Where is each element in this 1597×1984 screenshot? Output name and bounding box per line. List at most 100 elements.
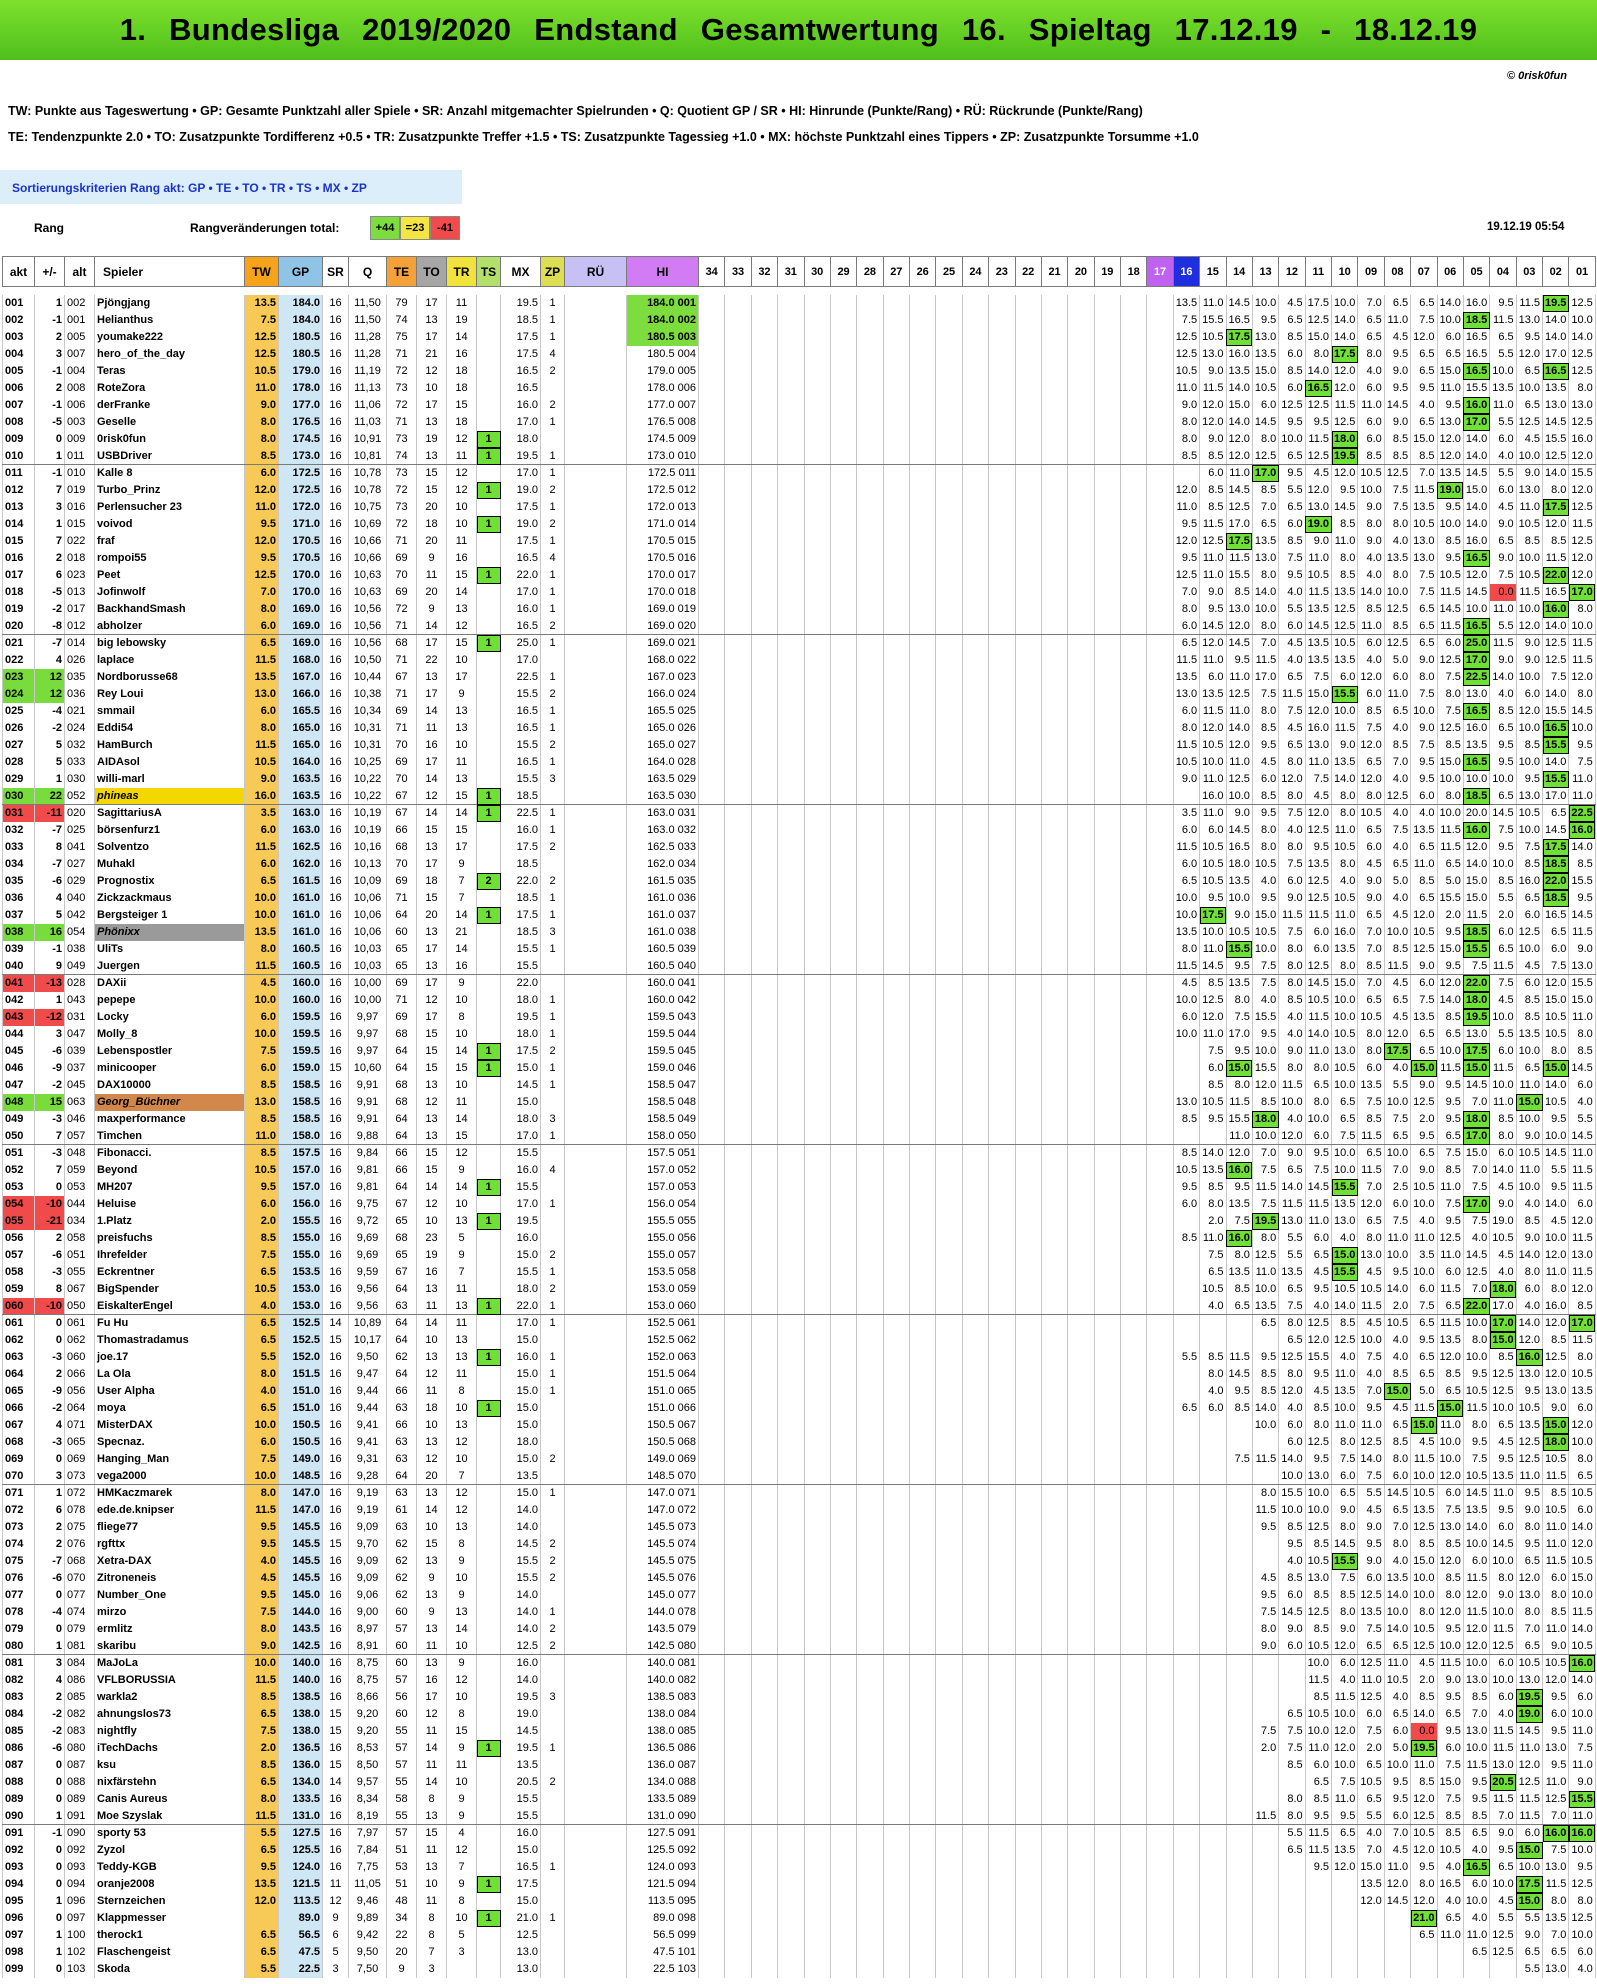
round-cell [750,991,779,1009]
round-cell: 11.5 [1568,515,1596,533]
round-cell [935,702,963,720]
round-cell [988,1637,1016,1655]
table-row: 073 2 075 fliege77 9.5 145.5 16 9,09 63 10 13 14.0 1… [2,1518,1596,1536]
round-cell: 4.5 [1251,753,1280,771]
round-cell [777,1467,805,1485]
ru-value [564,515,627,533]
round-cell [1014,1212,1042,1230]
round-cell [882,1399,911,1417]
round-cell: 12.0 [1225,447,1253,465]
q-value: 8,34 [348,1790,387,1808]
round-cell [829,1178,858,1196]
round-cell: 6.0 [1172,855,1201,873]
zp-value [540,1467,565,1485]
gp-value: 165.5 [278,702,323,720]
round-cell [1199,1892,1227,1910]
sr-value: 16 [322,770,349,788]
round-cell: 8.5 [1568,1297,1596,1315]
round-cell [882,1433,911,1451]
rank-change: 0 [34,1841,65,1859]
round-cell: 10.0 [1251,1127,1280,1145]
round-cell [935,1212,963,1230]
round-cell [1146,1008,1174,1026]
ts-value [476,1671,501,1689]
round-cell: 11.5 [1304,1841,1333,1859]
round-cell [1014,1229,1042,1247]
round-cell: 8.0 [1330,804,1359,822]
round-cell [1040,1382,1069,1400]
round-cell [1093,1926,1122,1944]
round-cell [1304,1892,1333,1910]
round-cell [724,1807,752,1825]
ts-value [476,1450,501,1468]
round-cell [882,736,911,754]
round-cell [750,1450,779,1468]
round-cell [1225,1518,1253,1536]
rank-akt: 038 [2,923,35,941]
round-cell [1014,1127,1042,1145]
round-cell [1014,1756,1042,1774]
sr-value: 16 [322,1637,349,1655]
round-cell [961,1552,990,1570]
tr-value: 15 [446,634,477,652]
round-cell [724,974,752,992]
tr-value: 10 [446,1909,477,1927]
player-name: laplace [94,651,245,669]
round-cell: 14.0 [1251,583,1280,601]
q-value: 9,72 [348,1212,387,1230]
round-cell [1225,1433,1253,1451]
tr-value: 17 [446,838,477,856]
round-cell: 10.0 [1383,1603,1412,1621]
round-cell [908,1008,937,1026]
round-cell [803,906,831,924]
rank-alt: 026 [64,651,95,669]
to-value: 13 [416,923,447,941]
round-cell [988,328,1016,346]
round-cell: 8.0 [1489,1127,1517,1145]
hi-value: 161.0 038 [626,923,699,941]
zp-value: 1 [540,311,565,329]
round-cell [856,1773,884,1791]
zp-value: 2 [540,1773,565,1791]
round-cell: 16.0 [1515,872,1544,890]
round-cell [882,702,911,720]
round-cell: 4.5 [1515,957,1544,975]
to-value: 12 [416,1093,447,1111]
round-cell [856,583,884,601]
round-cell [829,1348,858,1366]
round-cell [908,1093,937,1111]
round-cell [935,1229,963,1247]
hi-value: 163.5 029 [626,770,699,788]
round-cell: 8.5 [1304,1535,1333,1553]
round-cell [829,515,858,533]
round-cell: 4.0 [1357,549,1385,567]
round-cell: 6.5 [1436,1705,1464,1723]
tw-value: 2.0 [244,1739,279,1757]
hi-value: 172.0 013 [626,498,699,516]
round-cell: 7.5 [1383,498,1412,516]
round-cell: 5.0 [1436,872,1464,890]
round-cell [1172,1637,1201,1655]
round-cell: 8.5 [1357,447,1385,465]
round-cell [829,1892,858,1910]
hi-value: 163.5 030 [626,787,699,805]
sr-value: 16 [322,1484,349,1502]
round-cell: 8.5 [1225,1399,1253,1417]
table-row: 005 -1 004 Teras 10.5 179.0 16 11,19 72 12 18 16.5 2… [2,362,1596,380]
rank-alt: 006 [64,396,95,414]
round-cell [988,1654,1016,1672]
round-cell [1040,1110,1069,1128]
round-cell [1119,1671,1148,1689]
round-cell [988,1926,1016,1944]
q-value: 10,03 [348,940,387,958]
gp-value: 157.0 [278,1161,323,1179]
round-cell: 12.5 [1357,1433,1385,1451]
round-cell: 8.5 [1383,736,1412,754]
round-cell [1172,1501,1201,1519]
round-cell: 8.5 [1489,1348,1517,1366]
rank-akt: 094 [2,1875,35,1893]
hi-value: 125.5 092 [626,1841,699,1859]
round-cell [1146,1297,1174,1315]
round-cell [697,1280,726,1298]
round-cell: 8.0 [1410,668,1438,686]
